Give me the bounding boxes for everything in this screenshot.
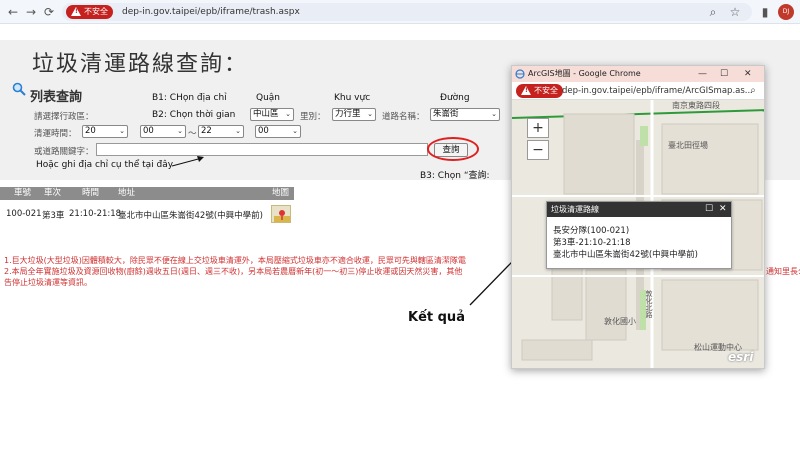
info-line-1: 長安分隊(100-021) [553,226,630,236]
header-trip: 車次 [44,188,62,198]
chevron-down-icon: ⌄ [367,110,373,118]
annotation-step1: B1: CHọn địa chỉ [152,93,227,103]
time-separator: ～ [188,129,197,139]
start-minute-select[interactable]: 00 ⌄ [140,125,186,138]
cell-address: 臺北市中山區朱崙街42號(中興中學前) [118,211,263,221]
start-hour-select[interactable]: 20 ⌄ [82,125,128,138]
village-select[interactable]: 力行里 ⌄ [332,108,376,121]
info-line-2: 第3車-21:10-21:18 [553,238,631,248]
popup-title: ArcGIS地圖 - Google Chrome [528,69,641,78]
time-label: 清運時間： [34,129,77,139]
map-label-lane: 敦化北路 [645,290,653,318]
popup-address-bar[interactable]: 不安全 dep-in.gov.taipei/epb/iframe/ArcGISm… [512,82,764,100]
info-line-3: 臺北市中山區朱崙街42號(中興中學前) [553,250,698,260]
village-label: 里別： [300,112,326,122]
chevron-down-icon: ⌄ [177,127,183,135]
chevron-down-icon: ⌄ [235,127,241,135]
zoom-in-button[interactable]: + [527,118,549,138]
close-icon[interactable]: ✕ [744,66,752,82]
annotation-quan: Quận [256,93,281,103]
arcgis-map-window: ArcGIS地圖 - Google Chrome — ☐ ✕ 不安全 dep-i… [511,65,765,369]
cell-trip: 第3車 [42,211,65,221]
minimize-icon[interactable]: — [698,66,707,82]
header-car-no: 車號 [14,188,32,198]
globe-icon [515,69,525,79]
notice-line-2: 2.本局全年實施垃圾及資源回收物(廚餘)週收五日(週日、週三不收)，另本局若農曆… [4,267,463,276]
results-table-header: 車號 車次 時間 地址 地圖 [0,187,294,200]
annotation-result: Kết quả [408,310,465,325]
search-icon [12,82,26,96]
map-label-park: 臺北田徑場 [668,141,708,150]
popup-titlebar: ArcGIS地圖 - Google Chrome — ☐ ✕ [512,66,764,82]
annotation-khu-vuc: Khu vực [334,93,371,103]
chevron-down-icon: ⌄ [491,110,497,118]
query-highlight-circle [427,137,479,161]
annotation-address-hint: Hoặc ghi địa chỉ cụ thể tại đây [36,160,174,170]
header-time: 時間 [82,188,100,198]
cell-car-no: 100-021 [6,209,42,219]
esri-logo: esri [728,350,754,364]
chevron-down-icon: ⌄ [285,110,291,118]
road-select[interactable]: 朱崙街 ⌄ [430,108,500,121]
reload-icon[interactable]: ⟳ [40,3,58,21]
bookmark-star-icon[interactable]: ☆ [726,3,744,21]
cell-time: 21:10-21:18 [69,209,122,219]
end-hour-select[interactable]: 22 ⌄ [198,125,244,138]
map-label-road: 南京東路四段 [672,101,720,110]
keyword-input[interactable] [96,143,428,156]
back-icon[interactable]: ← [4,3,22,21]
header-address: 地址 [118,188,136,198]
district-select[interactable]: 中山區 ⌄ [250,108,294,121]
district-label: 請選擇行政區： [34,112,94,122]
notice-line-2-tail: 通知里長公 [766,267,800,276]
security-badge[interactable]: 不安全 [66,5,113,19]
address-bar[interactable]: 不安全 dep-in.gov.taipei/epb/iframe/trash.a… [62,3,752,21]
map-label-school: 敦化國小 [604,317,636,326]
map-thumbnail-icon[interactable] [271,205,291,223]
warning-icon [71,7,81,16]
keyword-label: 或道路關鍵字： [34,147,94,157]
profile-avatar[interactable]: DJ [778,4,794,20]
map-canvas[interactable]: 南京東路四段 臺北田徑場 敦化國小 松山運動中心 敦化北路 + − 垃圾清運路線… [512,100,764,368]
close-icon[interactable]: ✕ [719,202,727,217]
sidebar-icon[interactable]: ▮ [756,3,774,21]
popup-url-text: dep-in.gov.taipei/epb/iframe/ArcGISmap.a… [562,86,753,96]
annotation-step3: B3: Chọn “查詢: [420,171,490,181]
forward-icon[interactable]: → [22,3,40,21]
url-text: dep-in.gov.taipei/epb/iframe/trash.aspx [122,7,300,17]
notice-line-3: 告停止垃圾清運等資訊。 [4,278,92,287]
maximize-icon[interactable]: ☐ [720,66,728,82]
warning-icon [521,86,531,95]
zoom-icon[interactable]: ⌕ [744,82,762,100]
zoom-out-button[interactable]: − [527,140,549,160]
section-title: 列表查詢 [30,90,83,105]
info-popup-title: 垃圾清運路線 [551,205,599,214]
header-map: 地圖 [272,188,290,198]
end-minute-select[interactable]: 00 ⌄ [255,125,301,138]
zoom-icon[interactable]: ⌕ [704,3,722,21]
chevron-down-icon: ⌄ [292,127,298,135]
notice-line-1: 1.巨大垃圾(大型垃圾)因體積較大，除民眾不便在線上交垃圾車清運外，本局壓縮式垃… [4,256,466,265]
page-title: 垃圾清運路線查詢： [32,52,249,77]
popup-security-badge[interactable]: 不安全 [516,84,563,98]
chevron-down-icon: ⌄ [119,127,125,135]
annotation-duong: Đường [440,93,470,103]
info-popup: 垃圾清運路線 ☐ ✕ 長安分隊(100-021) 第3車-21:10-21:18… [546,201,732,269]
annotation-step2: B2: Chọn thời gian [152,110,236,120]
road-label: 道路名稱： [382,112,425,122]
info-popup-header: 垃圾清運路線 ☐ ✕ [547,202,731,217]
browser-toolbar: ← → ⟳ 不安全 dep-in.gov.taipei/epb/iframe/t… [0,0,800,24]
maximize-icon[interactable]: ☐ [705,202,713,217]
